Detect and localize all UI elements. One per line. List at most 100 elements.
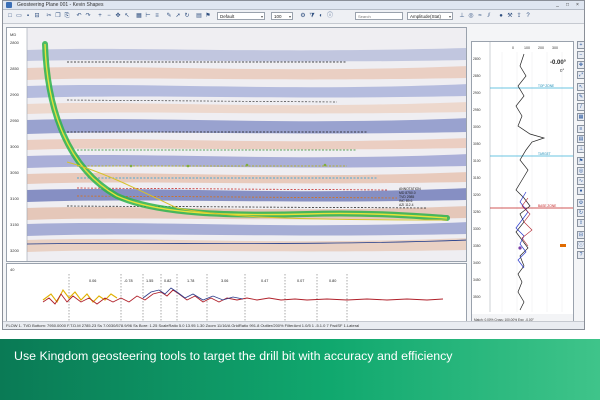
print-icon[interactable]: ⊟ <box>33 12 41 20</box>
zoom-out-icon[interactable]: − <box>577 51 584 59</box>
dip-value-small: 0° <box>560 68 565 73</box>
refresh-icon[interactable]: ↻ <box>183 12 191 20</box>
fit-icon[interactable]: ⤢ <box>577 71 584 79</box>
dip-value: -0.00° <box>550 60 567 66</box>
fault-icon[interactable]: ⫽ <box>485 12 493 20</box>
new-icon[interactable]: □ <box>6 12 14 20</box>
print-icon[interactable]: ⊟ <box>577 231 584 239</box>
info-icon[interactable]: ⓘ <box>326 12 334 20</box>
maximize-button[interactable]: □ <box>563 2 572 8</box>
log-marker-dot <box>518 246 522 250</box>
paste-icon[interactable]: ⎘ <box>63 12 71 20</box>
depth-tick: 3050 <box>10 170 20 175</box>
export-icon[interactable]: ⇪ <box>515 12 523 20</box>
layers-icon[interactable]: ≡ <box>577 125 584 133</box>
undo-icon[interactable]: ↶ <box>75 12 83 20</box>
svg-text:3350: 3350 <box>473 244 481 248</box>
color-icon[interactable]: ● <box>577 187 584 195</box>
flag-icon[interactable]: ⚑ <box>204 12 212 20</box>
attribute-select[interactable]: Amplitude(Stat) <box>407 12 453 21</box>
color-icon[interactable]: ● <box>497 12 505 20</box>
palette-icon[interactable]: ◐ <box>317 12 325 20</box>
svg-text:0.80: 0.80 <box>329 279 336 283</box>
curve-icon[interactable]: ∿ <box>577 177 584 185</box>
save-icon[interactable]: ▪ <box>24 12 32 20</box>
seismic-section[interactable]: MD 2800 2850 2900 2950 3000 3050 3100 31… <box>6 27 467 262</box>
target-icon[interactable]: ◎ <box>467 12 475 20</box>
svg-text:3150: 3150 <box>473 176 481 180</box>
well-log-track[interactable]: 0 100 200 300 -0.00° 0° 2800 2850 2900 2… <box>471 41 574 323</box>
depth-tick: 2950 <box>10 118 20 123</box>
svg-text:1.55: 1.55 <box>146 279 153 283</box>
svg-text:1.78: 1.78 <box>187 279 194 283</box>
help-icon[interactable]: ? <box>524 12 532 20</box>
caption-text: Use Kingdom geosteering tools to target … <box>14 349 453 363</box>
marker-target-label: TARGET <box>538 152 551 156</box>
pointer-icon[interactable]: ➚ <box>174 12 182 20</box>
help-icon[interactable]: ? <box>577 251 584 259</box>
copy-icon[interactable]: ❐ <box>54 12 62 20</box>
horizon-icon[interactable]: ≈ <box>476 12 484 20</box>
depth-tick: 2900 <box>10 92 20 97</box>
open-icon[interactable]: ▭ <box>15 12 23 20</box>
svg-text:3200: 3200 <box>473 193 481 197</box>
scale-select[interactable]: 100 <box>271 12 293 21</box>
well-icon[interactable]: ⊥ <box>458 12 466 20</box>
search-input[interactable]: Search <box>355 12 403 20</box>
target-icon[interactable]: ◎ <box>577 167 584 175</box>
zoom-in-icon[interactable]: + <box>577 41 584 49</box>
pan-icon[interactable]: ✥ <box>577 61 584 69</box>
app-icon <box>6 2 12 8</box>
status-bar: FLOW 1. TVD Bottom: 7950.0000 F.T.D.M 27… <box>3 321 584 329</box>
depth-tick: 3200 <box>10 248 20 253</box>
svg-text:AZI 112.4: AZI 112.4 <box>399 203 414 207</box>
svg-text:100: 100 <box>524 46 530 50</box>
tool-icon[interactable]: ⚒ <box>506 12 514 20</box>
chart-icon[interactable]: ▤ <box>577 135 584 143</box>
depth-tick: 2850 <box>10 66 20 71</box>
pencil-icon[interactable]: ✎ <box>577 93 584 101</box>
grid-icon[interactable]: ▦ <box>577 113 584 121</box>
svg-text:2900: 2900 <box>473 91 481 95</box>
right-toolbar: + − ✥ ⤢ ↖ ✎ / ▦ ≡ ▤ ⊥ ⚑ ◎ ∿ ● ⚙ ↻ ⇪ ⊟ ⓘ … <box>576 41 584 281</box>
svg-text:3.06: 3.06 <box>221 279 228 283</box>
grid-icon[interactable]: ▦ <box>135 12 143 20</box>
pointer-icon[interactable]: ↖ <box>577 83 584 91</box>
log-depth-pointer[interactable] <box>560 244 566 247</box>
export-icon[interactable]: ⇪ <box>577 219 584 227</box>
display-select[interactable]: Default <box>217 12 265 21</box>
svg-text:3400: 3400 <box>473 261 481 265</box>
refresh-icon[interactable]: ↻ <box>577 209 584 217</box>
zoom-in-icon[interactable]: + <box>96 12 104 20</box>
log-canvas: 0 100 200 300 -0.00° 0° 2800 2850 2900 2… <box>472 42 573 322</box>
minimize-button[interactable]: _ <box>553 2 562 8</box>
line-icon[interactable]: / <box>577 103 584 111</box>
redo-icon[interactable]: ↷ <box>84 12 92 20</box>
zoom-out-icon[interactable]: − <box>105 12 113 20</box>
svg-text:3000: 3000 <box>473 125 481 129</box>
svg-text:2800: 2800 <box>473 57 481 61</box>
filter-icon[interactable]: ⧩ <box>308 12 316 20</box>
main-toolbar: □ ▭ ▪ ⊟ ✂ ❐ ⎘ ↶ ↷ + − ✥ ↖ ▦ ⊢ ≡ ✎ ➚ ↻ ▤ … <box>3 10 584 24</box>
ruler-icon[interactable]: ⊢ <box>144 12 152 20</box>
svg-text:0.07: 0.07 <box>297 279 304 283</box>
cut-icon[interactable]: ✂ <box>45 12 53 20</box>
svg-text:3100: 3100 <box>473 159 481 163</box>
pencil-icon[interactable]: ✎ <box>165 12 173 20</box>
pan-icon[interactable]: ✥ <box>114 12 122 20</box>
settings-icon[interactable]: ⚙ <box>299 12 307 20</box>
layers-icon[interactable]: ≡ <box>153 12 161 20</box>
svg-text:200: 200 <box>538 46 544 50</box>
well-icon[interactable]: ⊥ <box>577 145 584 153</box>
svg-text:2850: 2850 <box>473 74 481 78</box>
close-button[interactable]: × <box>573 2 582 8</box>
svg-text:0.82: 0.82 <box>164 279 171 283</box>
flag-icon[interactable]: ⚑ <box>577 157 584 165</box>
log-correlation-panel[interactable]: 40 0.06 -0.78 1.55 0.82 1.78 3.06 0.47 0… <box>6 263 467 323</box>
left-tick: 40 <box>10 267 15 272</box>
chart-icon[interactable]: ▤ <box>195 12 203 20</box>
info-icon[interactable]: ⓘ <box>577 241 584 249</box>
svg-text:3450: 3450 <box>473 278 481 282</box>
settings-icon[interactable]: ⚙ <box>577 199 584 207</box>
select-icon[interactable]: ↖ <box>123 12 131 20</box>
